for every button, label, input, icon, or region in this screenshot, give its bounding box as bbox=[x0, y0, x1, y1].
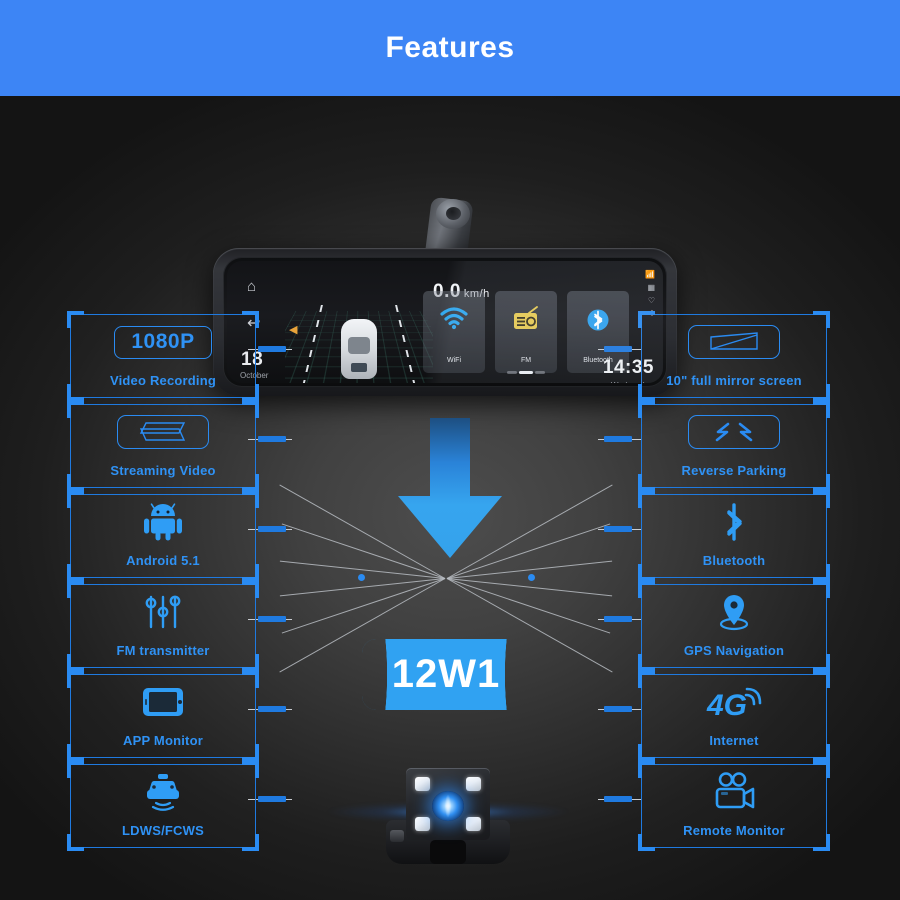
feature-box-mirror-screen[interactable]: 10" full mirror screen bbox=[638, 311, 830, 401]
car-plate bbox=[351, 363, 367, 372]
device-screen: ⌂ ↩ 18 October ◀ WiFi FM Bluetooth 📶 ▦ ♡… bbox=[227, 261, 663, 383]
feature-label: Remote Monitor bbox=[683, 823, 785, 838]
dash-right-3 bbox=[604, 526, 632, 532]
tagline-text: ALL INCLUSIVE! bbox=[0, 894, 900, 900]
turn-signal-icon: ◀ bbox=[289, 324, 298, 336]
resolution-badge-text: 1080P bbox=[114, 325, 212, 359]
feature-label: Video Recording bbox=[109, 373, 217, 388]
page-header: Features bbox=[0, 0, 900, 96]
feature-label: 10" full mirror screen bbox=[666, 373, 802, 388]
feature-box-remote-monitor[interactable]: Remote Monitor bbox=[638, 761, 830, 851]
android-icon bbox=[71, 502, 255, 542]
center-badge-text: 12W1 bbox=[391, 652, 501, 696]
feature-label: Android 5.1 bbox=[126, 553, 200, 568]
car-sensor-icon bbox=[71, 772, 255, 812]
4g-signal-icon: 4G bbox=[642, 682, 826, 722]
parking-guide-icon bbox=[642, 412, 826, 452]
camera-mount-screw bbox=[390, 830, 404, 842]
dash-right-1 bbox=[604, 346, 632, 352]
feature-box-fm-transmitter[interactable]: FM transmitter bbox=[67, 581, 259, 671]
sd-card-icon: ▦ bbox=[647, 283, 655, 292]
streaming-screen-icon bbox=[71, 412, 255, 452]
dash-right-2 bbox=[604, 436, 632, 442]
feature-label: Internet bbox=[709, 733, 759, 748]
mirror-bezel: ⌂ ↩ 18 October ◀ WiFi FM Bluetooth 📶 ▦ ♡… bbox=[223, 257, 667, 387]
car-windshield bbox=[348, 337, 370, 354]
dash-left-6 bbox=[258, 796, 286, 802]
feature-label: Reverse Parking bbox=[681, 463, 787, 478]
dash-right-6 bbox=[604, 796, 632, 802]
resolution-badge-icon: 1080P bbox=[71, 322, 255, 362]
camera-led-2 bbox=[466, 777, 481, 791]
infographic-stage: ⌂ ↩ 18 October ◀ WiFi FM Bluetooth 📶 ▦ ♡… bbox=[0, 96, 900, 900]
mirror-dashcam-device: ⌂ ↩ 18 October ◀ WiFi FM Bluetooth 📶 ▦ ♡… bbox=[213, 248, 677, 396]
hub-dot-right bbox=[528, 574, 535, 581]
icon-frame bbox=[117, 415, 209, 449]
hub-dot-left bbox=[358, 574, 365, 581]
map-pin-icon bbox=[642, 592, 826, 632]
camera-body bbox=[406, 768, 490, 840]
lane-departure-view: ◀ bbox=[285, 265, 433, 383]
app-tile-label: WiFi bbox=[447, 357, 461, 364]
video-camera-icon bbox=[642, 772, 826, 812]
dash-right-4 bbox=[604, 616, 632, 622]
feature-infographic-page: Features ⌂ ↩ 18 October ◀ WiFi FM Blueto… bbox=[0, 0, 900, 900]
wifi-icon bbox=[423, 306, 485, 340]
feature-box-android[interactable]: Android 5.1 bbox=[67, 491, 259, 581]
feature-box-video-recording[interactable]: 1080P Video Recording bbox=[67, 311, 259, 401]
sliders-icon bbox=[71, 592, 255, 632]
feature-box-app-monitor[interactable]: APP Monitor bbox=[67, 671, 259, 761]
app-tile-wifi[interactable]: WiFi bbox=[423, 291, 485, 373]
feature-label: LDWS/FCWS bbox=[122, 823, 204, 838]
feature-label: Bluetooth bbox=[702, 553, 766, 568]
feature-label: FM transmitter bbox=[116, 643, 210, 658]
feature-box-streaming-video[interactable]: Streaming Video bbox=[67, 401, 259, 491]
dash-right-5 bbox=[604, 706, 632, 712]
bluetooth-icon bbox=[567, 306, 629, 340]
svg-text:4G: 4G bbox=[706, 689, 747, 721]
bluetooth-icon bbox=[642, 502, 826, 542]
mirror-screen-icon bbox=[642, 322, 826, 362]
dash-left-5 bbox=[258, 706, 286, 712]
car-top-view-icon bbox=[341, 319, 377, 379]
feature-label: APP Monitor bbox=[123, 733, 203, 748]
dot-3 bbox=[535, 371, 545, 374]
dash-left-3 bbox=[258, 526, 286, 532]
feature-label: Streaming Video bbox=[110, 463, 216, 478]
camera-led-4 bbox=[466, 817, 481, 831]
feature-label: GPS Navigation bbox=[683, 643, 785, 658]
dash-left-1 bbox=[258, 346, 286, 352]
camera-led-3 bbox=[415, 817, 430, 831]
center-badge: 12W1 bbox=[362, 639, 530, 710]
camera-led-1 bbox=[415, 777, 430, 791]
icon-frame bbox=[688, 415, 780, 449]
rear-camera-image bbox=[326, 758, 570, 870]
feature-box-reverse-parking[interactable]: Reverse Parking bbox=[638, 401, 830, 491]
dash-left-2 bbox=[258, 436, 286, 442]
dash-left-4 bbox=[258, 616, 286, 622]
feature-box-internet[interactable]: 4G Internet bbox=[638, 671, 830, 761]
dot-1 bbox=[507, 371, 517, 374]
dot-2-active bbox=[519, 371, 533, 374]
down-arrow-icon bbox=[396, 418, 504, 560]
mirror-mount-ball-inner bbox=[446, 207, 461, 220]
signal-off-icon: 📶 bbox=[645, 270, 655, 279]
feature-box-ldws-fcws[interactable]: LDWS/FCWS bbox=[67, 761, 259, 851]
radio-icon bbox=[495, 306, 557, 340]
home-icon[interactable]: ⌂ bbox=[247, 279, 263, 294]
camera-lens-star bbox=[440, 790, 456, 822]
feature-box-gps-navigation[interactable]: GPS Navigation bbox=[638, 581, 830, 671]
page-indicator-dots[interactable] bbox=[495, 361, 557, 379]
page-title: Features bbox=[385, 31, 515, 64]
feature-box-bluetooth[interactable]: Bluetooth bbox=[638, 491, 830, 581]
heart-icon: ♡ bbox=[647, 296, 655, 305]
icon-frame bbox=[688, 325, 780, 359]
smartphone-icon bbox=[71, 682, 255, 722]
